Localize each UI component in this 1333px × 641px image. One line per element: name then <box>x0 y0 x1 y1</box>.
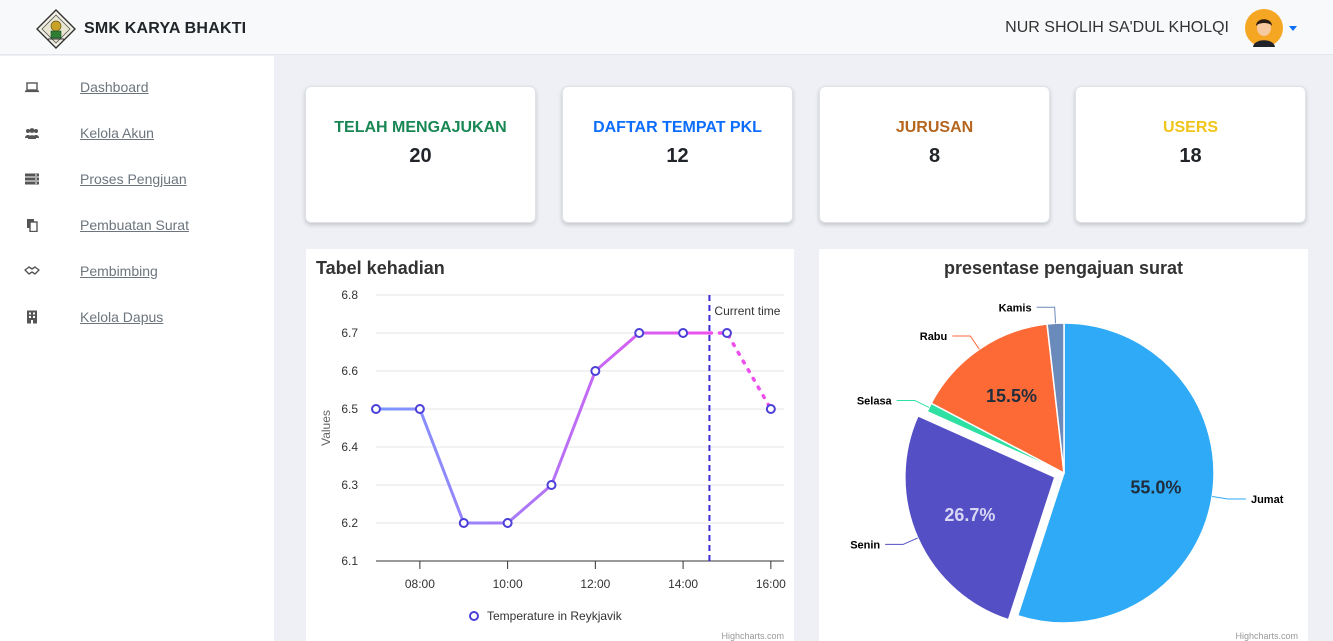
building-icon <box>27 310 37 324</box>
stat-card-value: 8 <box>928 145 941 167</box>
stat-card-value: 12 <box>666 145 689 167</box>
data-point[interactable] <box>590 366 601 376</box>
data-point[interactable] <box>458 518 469 528</box>
data-point[interactable] <box>765 404 776 414</box>
y-tick-label: 6.1 <box>341 554 358 568</box>
pie-category-label: Jumat <box>1251 494 1284 506</box>
legend-marker <box>469 611 479 621</box>
laptop-icon <box>25 82 39 93</box>
brand-name: SMK KARYA BHAKTI <box>84 20 247 37</box>
x-tick-label: 14:00 <box>668 577 698 591</box>
stat-card-value: 20 <box>409 145 432 167</box>
user-menu[interactable]: NUR SHOLIH SA'DUL KHOLQI <box>1005 9 1297 47</box>
sidebar-item-dashboard[interactable]: Dashboard <box>0 72 274 102</box>
stat-card-jurusan[interactable]: JURUSAN 8 <box>819 86 1050 223</box>
series-line <box>376 331 710 525</box>
stat-card-title: JURUSAN <box>895 119 974 136</box>
sidebar-item-pembuatan-surat[interactable]: Pembuatan Surat <box>0 210 274 240</box>
pie-category-label: Senin <box>850 539 880 551</box>
x-tick-label: 08:00 <box>405 577 435 591</box>
avatar[interactable] <box>1245 9 1283 47</box>
chart-credits[interactable]: Highcharts.com <box>721 631 784 641</box>
copy-icon <box>27 219 38 232</box>
user-name: NUR SHOLIH SA'DUL KHOLQI <box>1005 19 1229 36</box>
sidebar-item-label[interactable]: Dashboard <box>80 79 149 95</box>
submission-pie-panel: presentase pengajuan surat 55.0% Jumat 26.… <box>819 249 1308 641</box>
chevron-down-icon[interactable] <box>1289 25 1297 31</box>
sidebar-item-label[interactable]: Pembuatan Surat <box>80 217 189 233</box>
sidebar-item-pembimbing[interactable]: Pembimbing <box>0 256 274 286</box>
data-point[interactable] <box>546 480 557 490</box>
handshake-icon <box>24 266 40 275</box>
brand[interactable]: SMK KARYA BHAKTI <box>36 9 246 49</box>
x-tick-label: 12:00 <box>580 577 610 591</box>
y-axis-title: Values <box>319 410 333 446</box>
y-tick-label: 6.3 <box>341 478 358 492</box>
pie-category-label: Rabu <box>920 331 948 343</box>
sidebar: Dashboard Kelola Akun Proses Pengjuan Pe… <box>0 56 274 641</box>
stat-card-title: DAFTAR TEMPAT PKL <box>593 119 762 136</box>
current-time-label: Current time <box>714 304 780 318</box>
server-icon <box>25 173 39 185</box>
pie-connector <box>952 335 980 350</box>
data-point[interactable] <box>678 328 689 338</box>
stat-card-daftar-tempat-pkl[interactable]: DAFTAR TEMPAT PKL 12 <box>562 86 793 223</box>
data-point[interactable] <box>502 518 513 528</box>
y-tick-label: 6.2 <box>341 516 358 530</box>
stat-card-users[interactable]: USERS 18 <box>1075 86 1306 223</box>
data-point[interactable] <box>371 404 381 414</box>
stat-card-title: TELAH MENGAJUKAN <box>334 119 507 136</box>
y-tick-label: 6.5 <box>341 402 358 416</box>
data-point[interactable] <box>721 328 732 338</box>
sidebar-item-proses-pengjuan[interactable]: Proses Pengjuan <box>0 164 274 194</box>
pie-chart[interactable]: 55.0% Jumat 26.7% Senin Selasa 15.5% Rabu Kamis <box>819 249 1308 641</box>
stat-card-value: 18 <box>1179 145 1202 167</box>
line-chart[interactable]: 6.1 6.2 6.3 6.4 6.5 6.6 6.7 6.8 08:00 10:00 12:00 1… <box>306 249 794 641</box>
pie-connector <box>896 399 930 408</box>
legend-item[interactable]: Temperature in Reykjavik <box>487 609 623 623</box>
data-point[interactable] <box>634 328 645 338</box>
sidebar-item-label[interactable]: Pembimbing <box>80 263 158 279</box>
data-point[interactable] <box>414 404 425 414</box>
pie-connector <box>1212 495 1246 500</box>
stat-card-title: USERS <box>1162 119 1219 136</box>
sidebar-item-label[interactable]: Proses Pengjuan <box>80 171 187 187</box>
pie-connector <box>885 537 918 545</box>
x-tick-label: 10:00 <box>493 577 523 591</box>
y-tick-label: 6.4 <box>341 440 358 454</box>
pie-category-label: Kamis <box>999 302 1032 314</box>
y-tick-label: 6.6 <box>341 364 358 378</box>
sidebar-item-kelola-akun[interactable]: Kelola Akun <box>0 118 274 148</box>
y-tick-label: 6.8 <box>341 288 358 302</box>
sidebar-item-kelola-dapus[interactable]: Kelola Dapus <box>0 302 274 332</box>
pie-category-label: Selasa <box>857 395 893 407</box>
users-icon <box>25 128 39 139</box>
sidebar-item-label[interactable]: Kelola Dapus <box>80 309 163 325</box>
school-logo-icon <box>36 9 76 49</box>
pie-data-label: 15.5% <box>986 386 1037 406</box>
y-tick-label: 6.7 <box>341 326 358 340</box>
top-navbar: SMK KARYA BHAKTI NUR SHOLIH SA'DUL KHOLQ… <box>0 0 1333 55</box>
x-tick-label: 16:00 <box>756 577 786 591</box>
pie-connector <box>1036 306 1057 324</box>
pie-data-label: 55.0% <box>1130 478 1181 498</box>
attendance-chart-panel: Tabel kehadian 6.1 6.2 6.3 6.4 6.5 6.6 6.7 6.8 0… <box>306 249 794 641</box>
stat-card-telah-mengajukan[interactable]: TELAH MENGAJUKAN 20 <box>305 86 536 223</box>
sidebar-item-label[interactable]: Kelola Akun <box>80 125 154 141</box>
pie-data-label: 26.7% <box>944 505 995 525</box>
chart-credits[interactable]: Highcharts.com <box>1235 631 1298 641</box>
